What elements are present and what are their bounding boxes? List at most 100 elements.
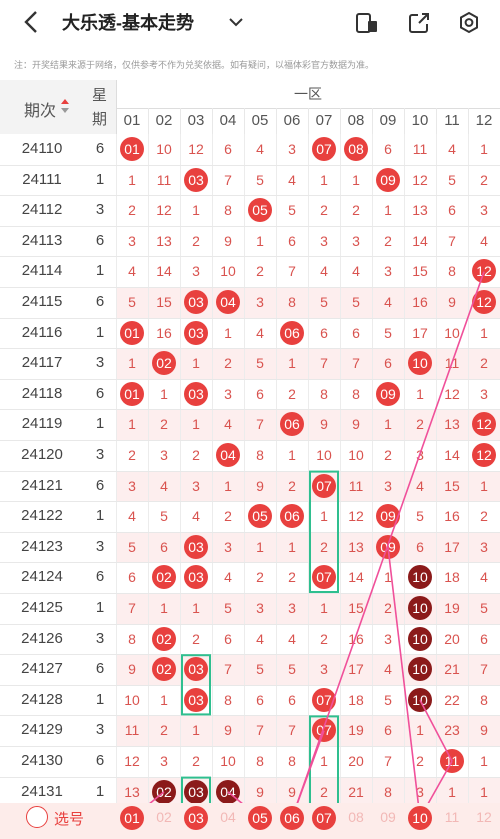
drawn-number-ball: 10: [408, 565, 432, 590]
miss-count-cell: 1: [128, 355, 136, 372]
miss-count-cell: 12: [188, 141, 204, 157]
selected-number-ball[interactable]: 05: [248, 806, 272, 830]
selected-number-ball[interactable]: 03: [184, 806, 208, 830]
miss-count-cell: 5: [288, 202, 296, 219]
selectable-number[interactable]: 11: [436, 809, 468, 825]
drawn-number-ball: 04: [216, 443, 240, 467]
miss-count-cell: 1: [480, 783, 488, 800]
miss-count-cell: 5: [256, 355, 264, 372]
miss-count-cell: 5: [256, 171, 264, 188]
weekday-cell: 6: [95, 293, 105, 310]
week-header-line1: 星: [92, 87, 108, 104]
miss-count-cell: 2: [288, 385, 296, 402]
grid-row-line: [0, 409, 500, 411]
weekday-cell: 3: [95, 629, 105, 647]
miss-count-cell: 12: [412, 171, 428, 188]
miss-count-cell: 14: [412, 232, 428, 249]
number-header: 01: [116, 108, 149, 134]
miss-count-cell: 21: [444, 661, 460, 678]
select-radio[interactable]: [26, 806, 48, 828]
grid-row-line: [0, 562, 500, 564]
miss-count-cell: 7: [256, 416, 264, 433]
miss-count-cell: 4: [320, 263, 328, 280]
selectable-number[interactable]: 08: [340, 809, 372, 825]
drawn-number-ball: 07: [312, 473, 336, 498]
selected-number-ball[interactable]: 06: [280, 806, 304, 830]
miss-count-cell: 1: [384, 416, 392, 433]
selected-number-ball[interactable]: 01: [120, 806, 144, 830]
grid-row-line: [0, 470, 500, 472]
weekday-cell: 6: [95, 752, 105, 769]
miss-count-cell: 14: [156, 263, 172, 280]
miss-count-cell: 7: [480, 661, 488, 678]
miss-count-cell: 2: [320, 538, 328, 555]
miss-count-cell: 6: [128, 569, 136, 586]
week-header-line2: 期: [92, 111, 108, 128]
issue-cell: 24110: [21, 140, 63, 157]
selectable-number[interactable]: 04: [212, 809, 244, 825]
miss-count-cell: 8: [288, 294, 296, 310]
weekday-cell: 1: [95, 262, 105, 280]
miss-count-cell: 3: [320, 661, 328, 678]
miss-count-cell: 9: [480, 722, 488, 739]
disclaimer-note: 注：开奖结果来源于网络，仅供参考不作为兑奖依据。如有疑问，以福体彩官方数据为准。: [14, 60, 375, 70]
miss-count-cell: 3: [160, 753, 168, 769]
miss-count-cell: 14: [348, 569, 364, 586]
selected-number-ball[interactable]: 10: [408, 806, 432, 830]
miss-count-cell: 2: [384, 447, 392, 463]
settings-icon[interactable]: [456, 10, 482, 36]
miss-count-cell: 6: [288, 232, 296, 249]
miss-count-cell: 1: [192, 416, 200, 433]
miss-count-cell: 1: [320, 171, 328, 188]
number-header: 06: [276, 108, 309, 134]
phone-screen-icon[interactable]: [354, 10, 380, 36]
selectable-number[interactable]: 02: [148, 809, 180, 825]
miss-count-cell: 4: [224, 416, 232, 433]
miss-count-cell: 9: [320, 416, 328, 433]
grid-row-line: [0, 378, 500, 380]
selectable-number[interactable]: 09: [372, 809, 404, 825]
miss-count-cell: 13: [348, 538, 364, 555]
weekday-cell: 1: [95, 599, 105, 616]
miss-count-cell: 2: [480, 355, 488, 372]
number-header: 07: [308, 108, 341, 134]
share-icon[interactable]: [406, 10, 432, 36]
miss-count-cell: 2: [352, 202, 360, 219]
drawn-number-ball: 01: [120, 137, 144, 161]
issue-cell: 24116: [21, 323, 63, 341]
selected-number-ball[interactable]: 07: [312, 806, 336, 830]
grid-row-line: [0, 317, 500, 319]
weekday-cell: 6: [95, 568, 105, 586]
miss-count-cell: 6: [352, 324, 360, 341]
miss-count-cell: 8: [288, 753, 296, 769]
chevron-down-icon[interactable]: [226, 12, 246, 32]
miss-count-cell: 2: [128, 202, 136, 219]
drawn-number-ball: 03: [184, 167, 208, 192]
drawn-number-ball: 12: [472, 443, 496, 467]
select-label: 选号: [54, 811, 85, 828]
drawn-number-ball: 03: [184, 290, 208, 314]
miss-count-cell: 16: [412, 294, 428, 310]
back-arrow-icon[interactable]: [18, 8, 46, 36]
miss-count-cell: 3: [416, 447, 424, 463]
miss-count-cell: 5: [480, 600, 488, 616]
miss-count-cell: 2: [192, 447, 200, 463]
miss-count-cell: 4: [352, 263, 360, 280]
miss-count-cell: 2: [320, 202, 328, 219]
miss-count-cell: 6: [256, 385, 264, 402]
miss-count-cell: 4: [480, 232, 488, 249]
weekday-cell: 3: [95, 721, 105, 739]
miss-count-cell: 3: [192, 477, 200, 494]
miss-count-cell: 1: [192, 722, 200, 739]
miss-count-cell: 10: [156, 141, 172, 157]
miss-count-cell: 17: [444, 538, 460, 555]
issue-column-header[interactable]: 期次: [0, 80, 85, 134]
miss-count-cell: 6: [256, 691, 264, 708]
sort-icon[interactable]: [60, 96, 70, 116]
grid-row-line: [0, 256, 500, 258]
number-header: 12: [468, 108, 500, 134]
drawn-number-ball: 07: [312, 687, 336, 712]
miss-count-cell: 10: [316, 447, 332, 463]
selectable-number[interactable]: 12: [468, 809, 500, 825]
miss-count-cell: 2: [384, 232, 392, 249]
